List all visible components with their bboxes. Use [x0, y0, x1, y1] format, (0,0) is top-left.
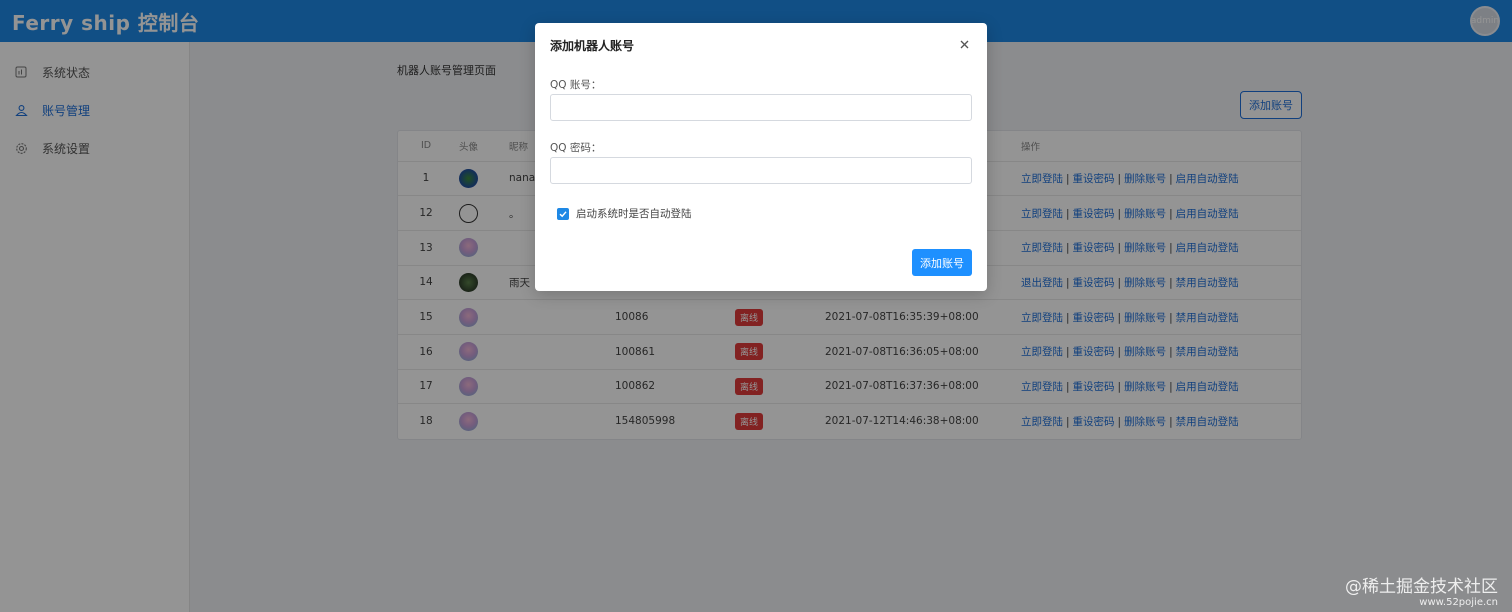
watermark-community: @稀土掘金技术社区: [1345, 577, 1498, 597]
qq-password-label: QQ 密码：: [550, 142, 602, 154]
qq-account-label: QQ 账号：: [550, 79, 602, 91]
watermark-url: www.52pojie.cn: [1419, 597, 1498, 608]
watermark: @稀土掘金技术社区 www.52pojie.cn: [1345, 572, 1498, 608]
qq-account-input[interactable]: [550, 94, 972, 121]
auto-login-checkbox[interactable]: [557, 207, 569, 220]
dialog-title: 添加机器人账号: [550, 39, 635, 53]
submit-add-account-button[interactable]: 添加账号: [912, 249, 972, 276]
auto-login-label: 启动系统时是否自动登陆: [576, 208, 692, 220]
add-robot-account-dialog: 添加机器人账号 QQ 账号： QQ 密码： 启动系统时是否自动登陆 添加账号: [535, 23, 987, 291]
auto-login-option[interactable]: 启动系统时是否自动登陆: [557, 206, 692, 221]
close-icon[interactable]: [957, 37, 971, 51]
qq-password-input[interactable]: [550, 157, 972, 184]
